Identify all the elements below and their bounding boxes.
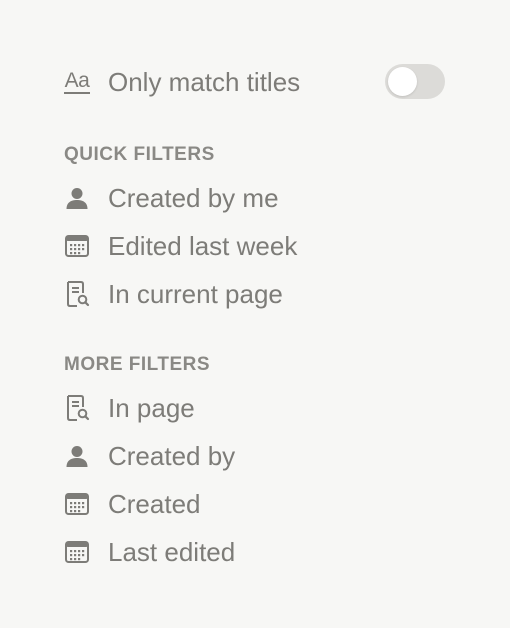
- filter-in-current-page[interactable]: In current page: [62, 274, 283, 314]
- calendar-icon: [62, 537, 92, 567]
- person-icon: [62, 441, 92, 471]
- filter-label: In current page: [108, 279, 283, 309]
- filter-label: In page: [108, 393, 195, 423]
- toggle-knob: [388, 67, 417, 96]
- only-match-titles-row[interactable]: Aa Only match titles: [62, 62, 300, 102]
- only-match-titles-label: Only match titles: [108, 67, 301, 97]
- filter-created-by[interactable]: Created by: [62, 436, 235, 476]
- filter-edited-last-week[interactable]: Edited last week: [62, 226, 297, 266]
- search-filters-panel: Aa Only match titles QUICK FILTERS Creat…: [0, 0, 510, 628]
- person-icon: [62, 183, 92, 213]
- filter-created[interactable]: Created: [62, 484, 201, 524]
- page-search-icon: [62, 393, 92, 423]
- calendar-icon: [62, 489, 92, 519]
- only-match-titles-toggle[interactable]: [385, 64, 445, 99]
- filter-label: Created by me: [108, 183, 279, 213]
- filter-label: Last edited: [108, 537, 236, 567]
- page-search-icon: [62, 279, 92, 309]
- quick-filters-heading: QUICK FILTERS: [64, 144, 215, 165]
- filter-label: Created: [108, 489, 201, 519]
- filter-label: Created by: [108, 441, 236, 471]
- text-aa-icon: Aa: [63, 69, 91, 94]
- filter-last-edited[interactable]: Last edited: [62, 532, 235, 572]
- filter-label: Edited last week: [108, 231, 298, 261]
- more-filters-heading: MORE FILTERS: [64, 354, 211, 375]
- filter-created-by-me[interactable]: Created by me: [62, 178, 279, 218]
- filter-in-page[interactable]: In page: [62, 388, 195, 428]
- calendar-icon: [62, 231, 92, 261]
